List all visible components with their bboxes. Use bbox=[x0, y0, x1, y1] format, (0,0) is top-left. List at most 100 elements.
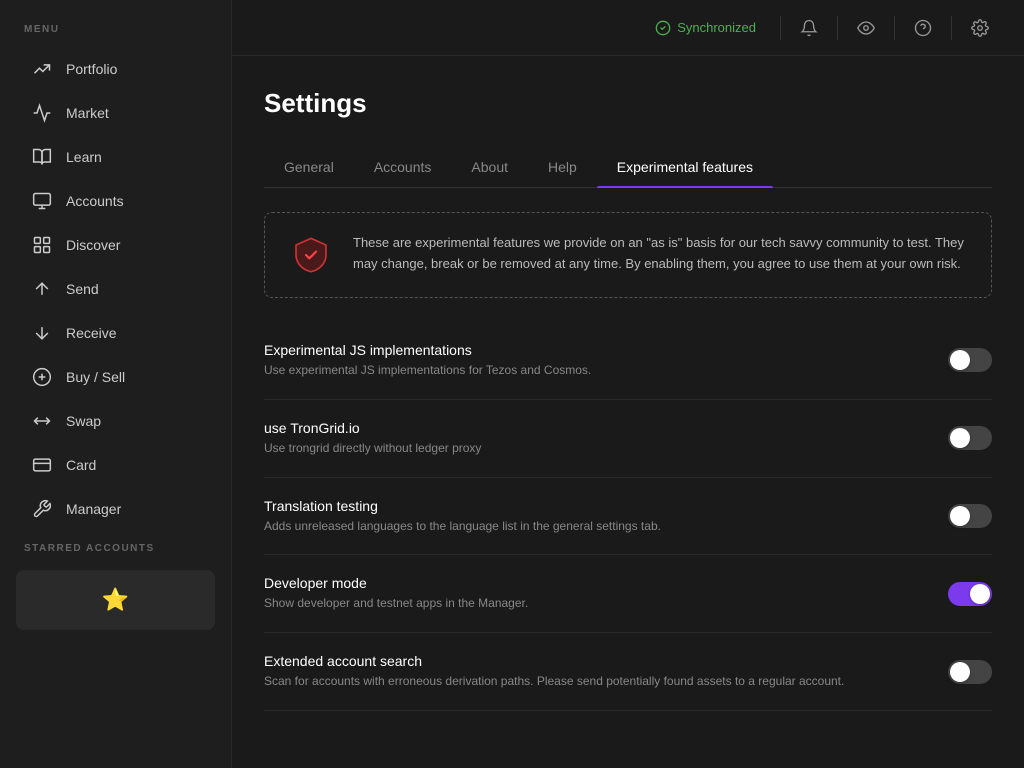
sidebar-item-card-label: Card bbox=[66, 457, 96, 473]
sidebar-item-buy-sell-label: Buy / Sell bbox=[66, 369, 125, 385]
sync-label: Synchronized bbox=[677, 20, 756, 35]
sidebar-item-market[interactable]: Market bbox=[8, 91, 223, 135]
toggle-track-translation[interactable] bbox=[948, 504, 992, 528]
feature-title-extended-search: Extended account search bbox=[264, 653, 948, 669]
feature-desc-extended-search: Scan for accounts with erroneous derivat… bbox=[264, 673, 948, 690]
sidebar-item-portfolio[interactable]: Portfolio bbox=[8, 47, 223, 91]
toggle-track-extended-search[interactable] bbox=[948, 660, 992, 684]
toggle-experimental-js[interactable] bbox=[948, 348, 992, 372]
sync-check-icon bbox=[655, 20, 671, 36]
help-button[interactable] bbox=[903, 8, 943, 48]
toggle-developer-mode[interactable] bbox=[948, 582, 992, 606]
feature-desc-trongrid: Use trongrid directly without ledger pro… bbox=[264, 440, 948, 457]
feature-info-translation: Translation testing Adds unreleased lang… bbox=[264, 498, 948, 535]
manager-icon bbox=[32, 499, 52, 519]
accounts-icon bbox=[32, 191, 52, 211]
settings-tabs: General Accounts About Help Experimental… bbox=[264, 147, 992, 188]
sidebar-item-swap-label: Swap bbox=[66, 413, 101, 429]
receive-icon bbox=[32, 323, 52, 343]
feature-row-experimental-js: Experimental JS implementations Use expe… bbox=[264, 322, 992, 400]
toggle-track-trongrid[interactable] bbox=[948, 426, 992, 450]
topbar-divider-3 bbox=[894, 16, 895, 40]
sidebar-item-learn[interactable]: Learn bbox=[8, 135, 223, 179]
sidebar: MENU Portfolio Market Learn bbox=[0, 0, 232, 768]
toggle-thumb-trongrid bbox=[950, 428, 970, 448]
tab-general[interactable]: General bbox=[264, 147, 354, 187]
toggle-thumb-developer-mode bbox=[970, 584, 990, 604]
sidebar-item-portfolio-label: Portfolio bbox=[66, 61, 117, 77]
swap-icon bbox=[32, 411, 52, 431]
question-icon bbox=[914, 19, 932, 37]
menu-label: MENU bbox=[0, 16, 231, 47]
topbar-divider-2 bbox=[837, 16, 838, 40]
feature-title-developer-mode: Developer mode bbox=[264, 575, 948, 591]
feature-info-trongrid: use TronGrid.io Use trongrid directly wi… bbox=[264, 420, 948, 457]
toggle-track-developer-mode[interactable] bbox=[948, 582, 992, 606]
toggle-thumb-extended-search bbox=[950, 662, 970, 682]
feature-info-experimental-js: Experimental JS implementations Use expe… bbox=[264, 342, 948, 379]
feature-row-extended-search: Extended account search Scan for account… bbox=[264, 633, 992, 711]
feature-row-developer-mode: Developer mode Show developer and testne… bbox=[264, 555, 992, 633]
learn-icon bbox=[32, 147, 52, 167]
sidebar-item-manager-label: Manager bbox=[66, 501, 121, 517]
sidebar-item-discover[interactable]: Discover bbox=[8, 223, 223, 267]
sidebar-item-receive[interactable]: Receive bbox=[8, 311, 223, 355]
card-icon bbox=[32, 455, 52, 475]
notifications-button[interactable] bbox=[789, 8, 829, 48]
feature-info-developer-mode: Developer mode Show developer and testne… bbox=[264, 575, 948, 612]
sidebar-item-accounts-label: Accounts bbox=[66, 193, 124, 209]
feature-rows: Experimental JS implementations Use expe… bbox=[264, 322, 992, 711]
sidebar-item-send-label: Send bbox=[66, 281, 99, 297]
sidebar-item-receive-label: Receive bbox=[66, 325, 117, 341]
settings-button[interactable] bbox=[960, 8, 1000, 48]
feature-desc-translation: Adds unreleased languages to the languag… bbox=[264, 518, 948, 535]
gear-icon bbox=[971, 19, 989, 37]
tab-accounts[interactable]: Accounts bbox=[354, 147, 452, 187]
sidebar-item-send[interactable]: Send bbox=[8, 267, 223, 311]
visibility-button[interactable] bbox=[846, 8, 886, 48]
starred-account-card: ⭐ bbox=[16, 570, 215, 630]
toggle-translation[interactable] bbox=[948, 504, 992, 528]
feature-row-translation: Translation testing Adds unreleased lang… bbox=[264, 478, 992, 556]
send-icon bbox=[32, 279, 52, 299]
settings-content: Settings General Accounts About Help Exp… bbox=[232, 56, 1024, 768]
feature-title-trongrid: use TronGrid.io bbox=[264, 420, 948, 436]
page-title: Settings bbox=[264, 88, 992, 119]
starred-accounts-label: STARRED ACCOUNTS bbox=[0, 531, 231, 562]
feature-title-experimental-js: Experimental JS implementations bbox=[264, 342, 948, 358]
eye-icon bbox=[857, 19, 875, 37]
feature-desc-developer-mode: Show developer and testnet apps in the M… bbox=[264, 595, 948, 612]
toggle-thumb-translation bbox=[950, 506, 970, 526]
sidebar-item-buy-sell[interactable]: Buy / Sell bbox=[8, 355, 223, 399]
tab-help[interactable]: Help bbox=[528, 147, 597, 187]
topbar: Synchronized bbox=[232, 0, 1024, 56]
toggle-extended-search[interactable] bbox=[948, 660, 992, 684]
topbar-divider-4 bbox=[951, 16, 952, 40]
notice-text: These are experimental features we provi… bbox=[353, 233, 967, 275]
sync-status: Synchronized bbox=[655, 20, 756, 36]
notice-shield-icon bbox=[289, 233, 333, 277]
sidebar-item-discover-label: Discover bbox=[66, 237, 120, 253]
sidebar-item-swap[interactable]: Swap bbox=[8, 399, 223, 443]
sidebar-item-learn-label: Learn bbox=[66, 149, 102, 165]
sidebar-item-manager[interactable]: Manager bbox=[8, 487, 223, 531]
bell-icon bbox=[800, 19, 818, 37]
feature-row-trongrid: use TronGrid.io Use trongrid directly wi… bbox=[264, 400, 992, 478]
market-icon bbox=[32, 103, 52, 123]
sidebar-item-market-label: Market bbox=[66, 105, 109, 121]
sidebar-item-card[interactable]: Card bbox=[8, 443, 223, 487]
toggle-track-experimental-js[interactable] bbox=[948, 348, 992, 372]
main-content: Synchronized bbox=[232, 0, 1024, 768]
topbar-divider-1 bbox=[780, 16, 781, 40]
discover-icon bbox=[32, 235, 52, 255]
feature-desc-experimental-js: Use experimental JS implementations for … bbox=[264, 362, 948, 379]
toggle-trongrid[interactable] bbox=[948, 426, 992, 450]
experimental-notice: These are experimental features we provi… bbox=[264, 212, 992, 298]
tab-experimental[interactable]: Experimental features bbox=[597, 147, 773, 187]
sidebar-item-accounts[interactable]: Accounts bbox=[8, 179, 223, 223]
toggle-thumb-experimental-js bbox=[950, 350, 970, 370]
feature-info-extended-search: Extended account search Scan for account… bbox=[264, 653, 948, 690]
tab-about[interactable]: About bbox=[451, 147, 528, 187]
buy-sell-icon bbox=[32, 367, 52, 387]
feature-title-translation: Translation testing bbox=[264, 498, 948, 514]
